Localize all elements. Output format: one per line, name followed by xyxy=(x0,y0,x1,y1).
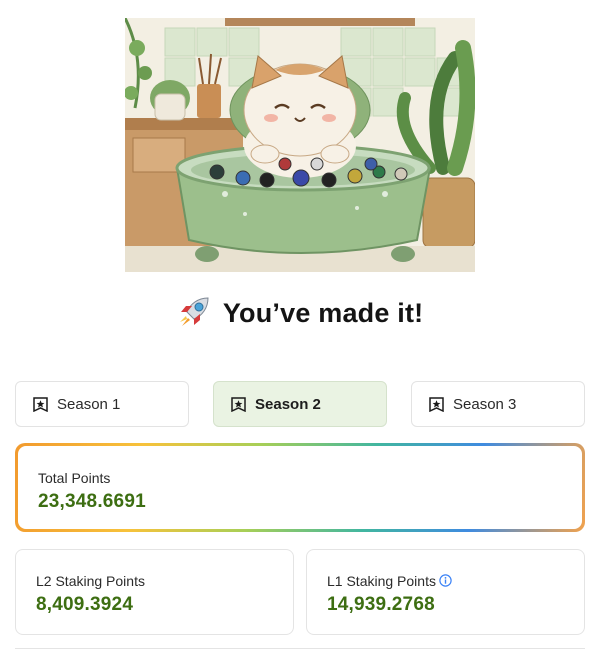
star-badge-icon xyxy=(33,396,48,412)
rocket-icon xyxy=(178,296,212,328)
page-title: You’ve made it! xyxy=(0,296,601,329)
tab-label: Season 3 xyxy=(453,395,517,413)
total-points-inner: Total Points 23,348.6691 xyxy=(18,446,582,529)
tab-label: Season 2 xyxy=(255,395,321,413)
next-card-edge xyxy=(15,648,585,652)
tab-label: Season 1 xyxy=(57,395,121,413)
tab-season-1[interactable]: Season 1 xyxy=(15,381,189,427)
l1-staking-label-row: L1 Staking Points xyxy=(327,573,584,589)
star-badge-icon xyxy=(231,396,246,412)
heading-text: You’ve made it! xyxy=(222,298,424,328)
total-points-value: 23,348.6691 xyxy=(38,491,146,512)
season-tabs: Season 1 Season 2 Season 3 xyxy=(15,381,585,427)
hero-image xyxy=(125,18,475,272)
l2-staking-value: 8,409.3924 xyxy=(36,594,134,615)
star-badge-icon xyxy=(429,396,444,412)
l1-staking-value: 14,939.2768 xyxy=(327,594,435,615)
l1-staking-label: L1 Staking Points xyxy=(327,573,436,589)
total-points-card: Total Points 23,348.6691 xyxy=(15,443,585,532)
total-points-label: Total Points xyxy=(38,470,111,486)
l2-staking-label: L2 Staking Points xyxy=(36,573,145,589)
l1-staking-card: L1 Staking Points 14,939.2768 xyxy=(306,549,585,635)
l2-staking-card: L2 Staking Points 8,409.3924 xyxy=(15,549,294,635)
info-icon[interactable] xyxy=(439,574,452,587)
tab-season-2[interactable]: Season 2 xyxy=(213,381,387,427)
tab-season-3[interactable]: Season 3 xyxy=(411,381,585,427)
